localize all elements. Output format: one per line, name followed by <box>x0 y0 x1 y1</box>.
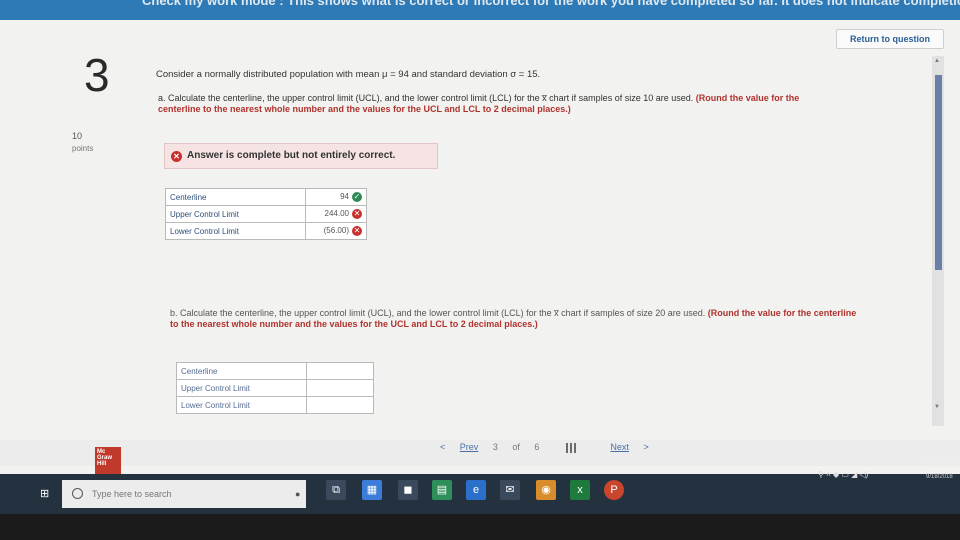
incorrect-x-icon: ✕ <box>352 226 362 236</box>
file-explorer-icon[interactable]: ▤ <box>432 480 452 500</box>
answer-value: (56.00) <box>323 226 349 236</box>
answer-status-text: Answer is complete but not entirely corr… <box>187 150 396 161</box>
part-b-text: b. Calculate the centerline, the upper c… <box>170 308 706 318</box>
prev-chevron-icon[interactable]: < <box>440 442 445 452</box>
system-tray-icons[interactable]: ⚲ ˄ ◆ ▭ ◢ ◁) <box>818 470 868 479</box>
page-indicator: 3 of 6 <box>492 442 540 452</box>
row-label: Centerline <box>176 362 307 380</box>
windows-start-icon[interactable]: ⊞ <box>40 488 52 500</box>
table-row: Lower Control Limit <box>176 396 374 414</box>
answer-status-banner: ✕ Answer is complete but not entirely co… <box>164 143 438 169</box>
table-row: Upper Control Limit 244.00 ✕ <box>165 205 367 223</box>
return-to-question-button[interactable]: Return to question <box>836 29 944 49</box>
part-b-answer-table: Centerline Upper Control Limit Lower Con… <box>176 362 374 414</box>
prev-button[interactable]: Prev <box>460 442 479 452</box>
scroll-up-arrow-icon[interactable]: ▲ <box>934 58 942 66</box>
answer-cell[interactable]: 244.00 ✕ <box>305 205 367 223</box>
points-value: 10 <box>72 131 83 141</box>
incorrect-icon: ✕ <box>171 151 182 162</box>
incorrect-x-icon: ✕ <box>352 209 362 219</box>
answer-cell[interactable]: (56.00) ✕ <box>305 222 367 240</box>
edge-browser-icon[interactable]: e <box>466 480 486 500</box>
part-a-answer-table: Centerline 94 ✓ Upper Control Limit 244.0… <box>165 188 367 240</box>
table-row: Centerline 94 ✓ <box>165 188 367 206</box>
mail-icon[interactable]: ✉ <box>500 480 520 500</box>
scrollbar-thumb[interactable] <box>935 75 942 270</box>
answer-input-cell[interactable] <box>306 379 374 397</box>
task-view-icon[interactable]: ⧉ <box>326 480 346 500</box>
question-intro: Consider a normally distributed populati… <box>156 69 541 80</box>
question-number: 3 <box>84 49 110 101</box>
powerpoint-icon[interactable]: P <box>604 480 624 500</box>
microphone-icon[interactable]: ● <box>295 489 300 499</box>
row-label: Centerline <box>165 188 306 206</box>
grid-icon[interactable] <box>565 442 576 453</box>
next-button[interactable]: Next <box>610 442 629 452</box>
row-label: Upper Control Limit <box>176 379 307 397</box>
row-label: Lower Control Limit <box>165 222 306 240</box>
row-label: Upper Control Limit <box>165 205 306 223</box>
cortana-circle-icon <box>72 488 83 499</box>
table-row: Lower Control Limit (56.00) ✕ <box>165 222 367 240</box>
taskbar-search-input[interactable]: Type here to search <box>62 480 306 508</box>
check-mode-banner: Check my work mode : This shows what is … <box>0 0 960 20</box>
table-row: Centerline <box>176 362 374 380</box>
table-row: Upper Control Limit <box>176 379 374 397</box>
clock-time[interactable]: 10:42 AM <box>926 463 956 470</box>
chrome-icon[interactable]: ◉ <box>536 480 556 500</box>
part-a-text: a. Calculate the centerline, the upper c… <box>158 93 694 103</box>
part-a-prompt: a. Calculate the centerline, the upper c… <box>158 93 838 115</box>
correct-check-icon: ✓ <box>352 192 362 202</box>
part-b-prompt: b. Calculate the centerline, the upper c… <box>170 308 860 330</box>
next-chevron-icon[interactable]: > <box>643 442 648 452</box>
excel-icon[interactable]: x <box>570 480 590 500</box>
answer-input-cell[interactable] <box>306 362 374 380</box>
points-label: points <box>72 144 94 153</box>
answer-value: 244.00 <box>324 209 349 219</box>
answer-cell[interactable]: 94 ✓ <box>305 188 367 206</box>
row-label: Lower Control Limit <box>176 396 307 414</box>
store-icon[interactable]: ◼ <box>398 480 418 500</box>
answer-value: 94 <box>340 192 349 202</box>
banner-text: Check my work mode : This shows what is … <box>142 0 960 8</box>
answer-input-cell[interactable] <box>306 396 374 414</box>
scroll-down-arrow-icon[interactable]: ▼ <box>934 404 942 412</box>
question-pager: < Prev 3 of 6 Next > <box>440 442 661 453</box>
calendar-app-icon[interactable]: ▦ <box>362 480 382 500</box>
clock-date[interactable]: 9/18/2018 <box>926 474 953 480</box>
browser-viewport: Check my work mode : This shows what is … <box>0 0 960 484</box>
